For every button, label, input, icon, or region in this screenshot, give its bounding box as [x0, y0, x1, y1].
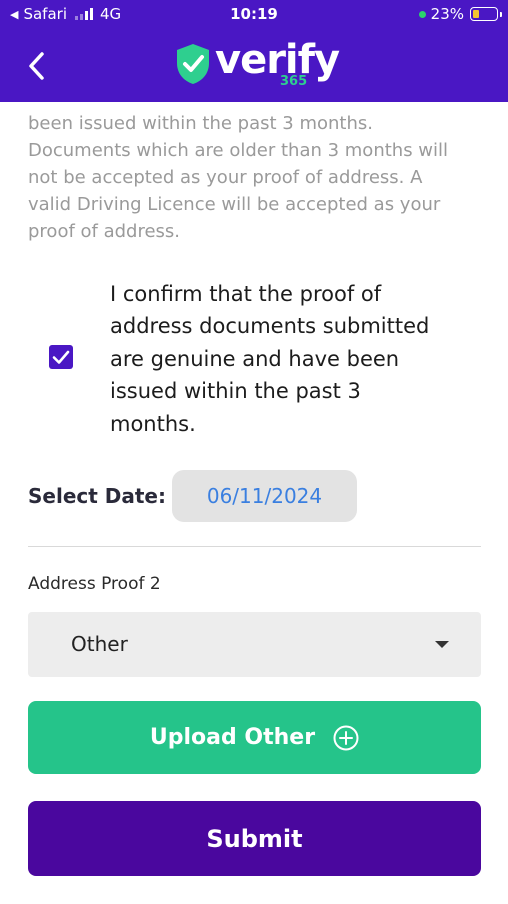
select-date-label: Select Date: [28, 484, 166, 508]
confirmation-line: issued within the past 3 [110, 379, 361, 404]
upload-button-label: Upload Other [149, 725, 316, 750]
submit-button[interactable]: Submit [28, 801, 481, 876]
confirmation-statement: I confirm that the proof of address docu… [110, 278, 485, 440]
instruction-line: Documents which are older than 3 months … [28, 140, 449, 161]
status-bar-right: 23% [418, 5, 502, 23]
instruction-line: valid Driving Licence will be accepted a… [28, 194, 441, 215]
battery-percent: 23% [430, 5, 464, 23]
dropdown-caret-icon [435, 641, 449, 648]
address-proof-label: Address Proof 2 [28, 574, 161, 594]
confirmation-line: months. [110, 411, 196, 436]
confirmation-line: I confirm that the proof of [110, 282, 382, 306]
battery-icon [470, 7, 502, 21]
confirm-genuine-checkbox[interactable] [49, 345, 73, 369]
verify365-logo: verify 365 [175, 37, 345, 92]
back-button[interactable] [22, 44, 56, 88]
address-proof-selected-value: Other [71, 632, 128, 656]
instruction-line: been issued within the past 3 months. [28, 113, 373, 134]
form-content: been issued within the past 3 months. Do… [0, 102, 508, 904]
status-bar: ◀ Safari 4G 10:19 23% [0, 0, 508, 30]
logo-subtext: 365 [280, 74, 308, 89]
instruction-line: not be accepted as your proof of address… [28, 167, 423, 188]
logo-wordmark: verify [215, 37, 340, 83]
green-indicator-dot-icon [418, 10, 426, 18]
confirmation-line: are genuine and have been [110, 346, 400, 371]
upload-other-button[interactable]: Upload Other [28, 701, 481, 774]
confirmation-line: address documents submitted [110, 314, 430, 339]
chevron-left-icon [29, 52, 44, 80]
app-header: ◀ Safari 4G 10:19 23% verify 365 [0, 0, 508, 102]
date-picker-button[interactable]: 06/11/2024 [172, 470, 357, 522]
section-divider [28, 546, 481, 547]
address-proof-select[interactable]: Other [28, 612, 481, 677]
proof-of-address-instructions: been issued within the past 3 months. Do… [28, 110, 488, 245]
checkmark-icon [52, 350, 70, 364]
shield-check-logo-icon [177, 44, 209, 84]
plus-circle-icon [333, 725, 359, 750]
instruction-line: proof of address. [28, 221, 181, 242]
